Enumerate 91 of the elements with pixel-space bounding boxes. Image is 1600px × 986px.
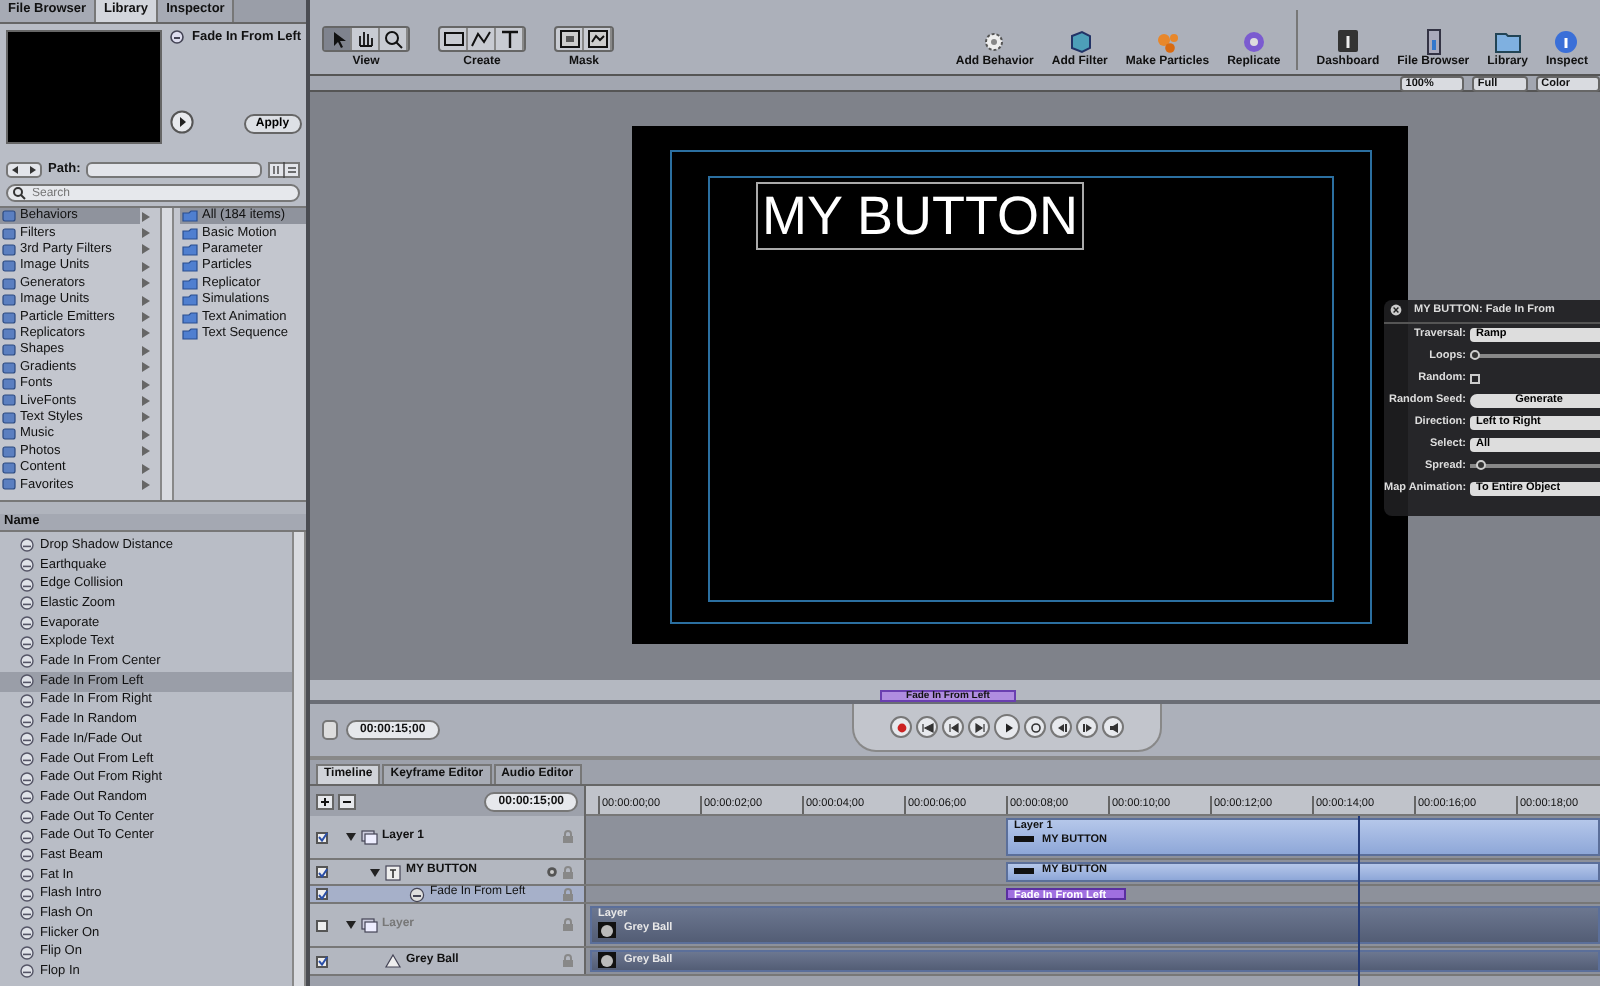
behavior-icon xyxy=(20,596,34,611)
canvas-text[interactable]: MY BUTTON xyxy=(756,182,1085,250)
skip-back-button[interactable] xyxy=(916,716,938,738)
behavior-icon xyxy=(20,790,34,805)
back-forward-buttons[interactable] xyxy=(6,161,42,177)
mask-bezier-tool[interactable] xyxy=(584,27,612,50)
gear-icon[interactable] xyxy=(546,866,558,878)
text-layer-icon xyxy=(384,863,402,881)
rect-icon xyxy=(439,27,467,50)
behavior-icon xyxy=(20,964,34,979)
info-icon xyxy=(1550,27,1583,56)
check-icon xyxy=(317,867,327,877)
behavior-icon xyxy=(20,616,34,631)
step-back-icon xyxy=(945,719,961,735)
behavior-icon xyxy=(20,868,34,883)
behavior-icon xyxy=(20,771,34,786)
behavior-icon xyxy=(20,945,34,960)
behavior-icon xyxy=(408,885,426,903)
behavior-icon xyxy=(20,751,34,766)
speaker-button[interactable] xyxy=(1102,716,1124,738)
checkbox[interactable] xyxy=(316,866,328,878)
disclosure-icon[interactable] xyxy=(370,867,380,877)
ball-thumbnail xyxy=(598,921,616,938)
behavior-icon xyxy=(20,577,34,592)
slider-thumb[interactable] xyxy=(1470,350,1480,361)
behavior-icon xyxy=(20,829,34,844)
bezier-icon xyxy=(467,27,495,50)
behavior-icon xyxy=(20,558,34,573)
shape-icon xyxy=(384,952,402,970)
loop-icon xyxy=(1027,719,1043,735)
behavior-icon xyxy=(20,674,34,689)
zoom-tool[interactable] xyxy=(380,27,408,50)
layer-icon xyxy=(360,828,378,846)
path-select[interactable] xyxy=(86,161,262,177)
check-icon xyxy=(317,832,327,842)
disclosure-icon[interactable] xyxy=(346,920,356,930)
step-back-button[interactable] xyxy=(942,716,964,738)
behavior-icon xyxy=(20,887,34,902)
layer-icon xyxy=(360,916,378,934)
timecode-icon xyxy=(322,720,338,740)
loop-button[interactable] xyxy=(1024,716,1046,738)
behavior-icon xyxy=(20,809,34,824)
slider-thumb[interactable] xyxy=(1476,460,1487,471)
mark-out-icon xyxy=(1079,719,1095,735)
checkbox[interactable] xyxy=(316,888,328,900)
remove-icon[interactable] xyxy=(338,793,356,809)
close-icon[interactable] xyxy=(1390,304,1402,317)
mark-in-button[interactable] xyxy=(1050,716,1072,738)
step-forward-button[interactable] xyxy=(968,716,990,738)
slider-track[interactable] xyxy=(1470,354,1600,359)
behavior-icon xyxy=(20,906,34,921)
step-forward-icon xyxy=(971,719,987,735)
add-icon[interactable] xyxy=(316,793,334,809)
play-button[interactable] xyxy=(994,714,1020,740)
behavior-icon xyxy=(20,693,34,708)
mark-in-icon xyxy=(1053,719,1069,735)
scrollbar[interactable] xyxy=(292,532,306,986)
behavior-icon xyxy=(20,538,34,553)
slider-track[interactable] xyxy=(1470,464,1600,469)
behavior-icon xyxy=(20,713,34,728)
behavior-icon xyxy=(20,654,34,669)
behavior-icon xyxy=(20,848,34,863)
mark-out-button[interactable] xyxy=(1076,716,1098,738)
check-icon xyxy=(317,956,327,966)
text-thumbnail xyxy=(1014,867,1034,874)
search-icon xyxy=(12,186,26,200)
speaker-icon xyxy=(1105,719,1121,735)
rect-tool[interactable] xyxy=(440,27,468,50)
behavior-icon xyxy=(20,926,34,941)
play-button[interactable] xyxy=(170,110,194,134)
scrollbar[interactable] xyxy=(160,208,174,500)
zoom-icon xyxy=(379,27,407,50)
mask-rect-tool[interactable] xyxy=(556,27,584,50)
behavior-icon xyxy=(170,30,184,45)
text-thumbnail xyxy=(1014,836,1034,843)
checkbox[interactable] xyxy=(316,955,328,967)
behavior-icon xyxy=(20,635,34,650)
disclosure-icon[interactable] xyxy=(346,832,356,842)
arrow-tool[interactable] xyxy=(324,27,352,50)
checkbox[interactable] xyxy=(316,919,328,931)
text-tool[interactable] xyxy=(496,27,524,50)
bezier-tool[interactable] xyxy=(468,27,496,50)
ball-thumbnail xyxy=(598,952,616,968)
check-icon xyxy=(317,889,327,899)
record-icon xyxy=(893,719,909,735)
record-button[interactable] xyxy=(890,716,912,738)
skip-back-icon xyxy=(919,719,935,735)
checkbox[interactable] xyxy=(316,831,328,843)
view-toggle[interactable] xyxy=(268,161,300,177)
behavior-icon xyxy=(20,732,34,747)
folder-icon xyxy=(1491,27,1524,56)
